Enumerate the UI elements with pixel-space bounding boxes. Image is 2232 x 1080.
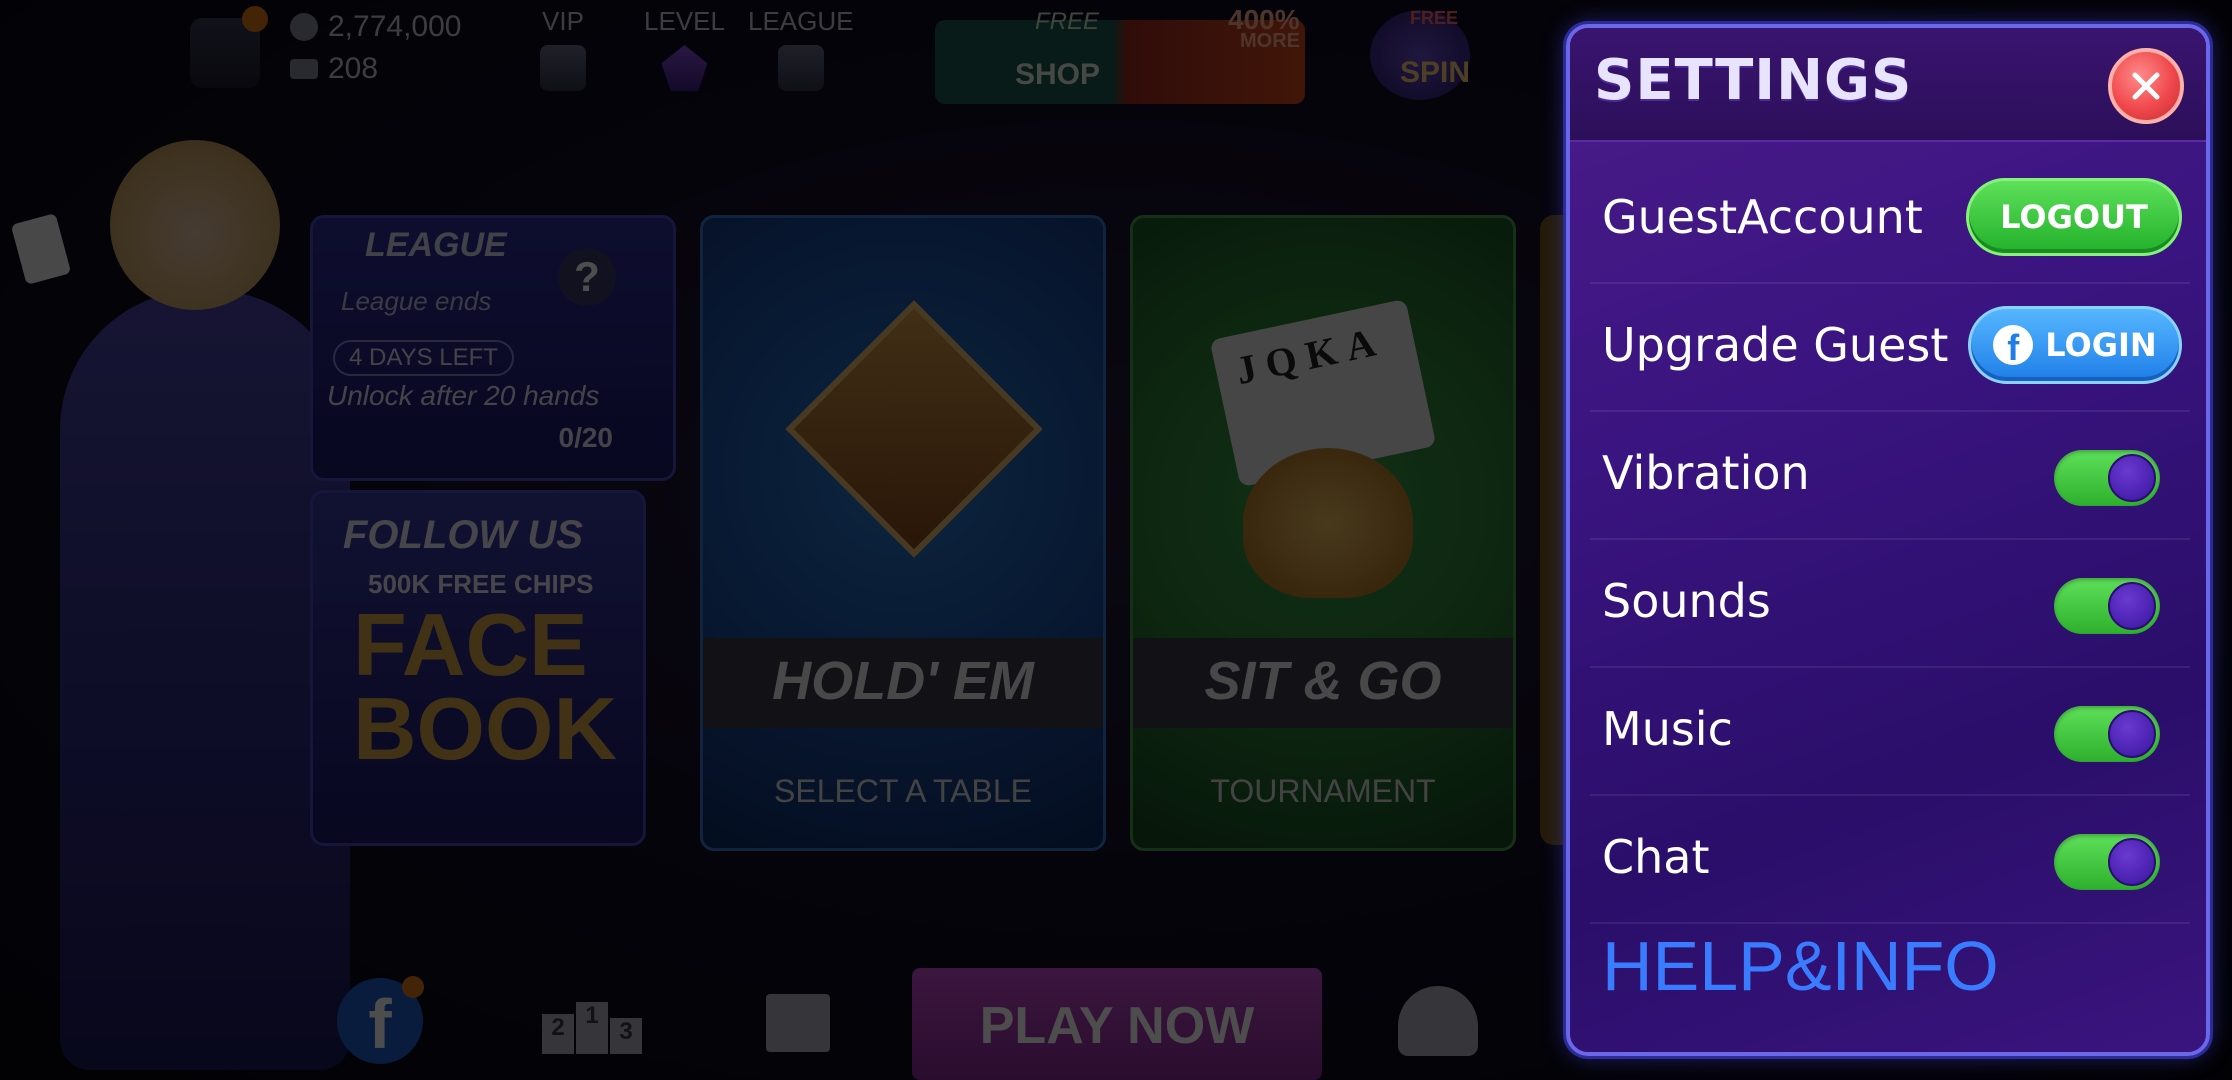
upgrade-guest-label: Upgrade Guest (1602, 318, 1949, 372)
vibration-toggle[interactable] (2054, 450, 2160, 506)
vibration-label: Vibration (1602, 446, 1810, 500)
settings-row-chat: Chat (1590, 794, 2190, 924)
guest-account-label: GuestAccount (1602, 190, 1923, 244)
toggle-knob (2108, 838, 2156, 886)
settings-row-sounds: Sounds (1590, 538, 2190, 668)
close-button[interactable] (2108, 48, 2184, 124)
settings-panel: SETTINGS GuestAccount LOGOUT Upgrade Gue… (1566, 24, 2210, 1056)
music-toggle[interactable] (2054, 706, 2160, 762)
settings-row-music: Music (1590, 666, 2190, 796)
settings-title: SETTINGS (1594, 48, 1913, 113)
toggle-knob (2108, 582, 2156, 630)
settings-row-vibration: Vibration (1590, 410, 2190, 540)
chat-label: Chat (1602, 830, 1710, 884)
music-label: Music (1602, 702, 1733, 756)
close-icon (2132, 72, 2160, 100)
login-label: LOGIN (2045, 326, 2157, 364)
sounds-toggle[interactable] (2054, 578, 2160, 634)
toggle-knob (2108, 710, 2156, 758)
chat-toggle[interactable] (2054, 834, 2160, 890)
logout-button[interactable]: LOGOUT (1966, 178, 2182, 256)
facebook-icon: f (1993, 325, 2034, 368)
sounds-label: Sounds (1602, 574, 1771, 628)
help-info-link[interactable]: HELP&INFO (1602, 926, 1999, 1006)
facebook-login-button[interactable]: f LOGIN (1968, 306, 2182, 384)
toggle-knob (2108, 454, 2156, 502)
settings-header: SETTINGS (1570, 28, 2206, 142)
settings-row-guest-account: GuestAccount LOGOUT (1590, 154, 2190, 284)
settings-row-upgrade-guest: Upgrade Guest f LOGIN (1590, 282, 2190, 412)
